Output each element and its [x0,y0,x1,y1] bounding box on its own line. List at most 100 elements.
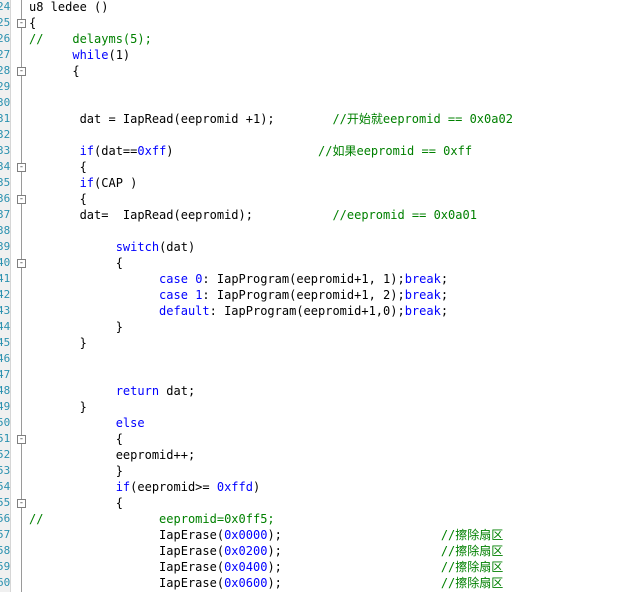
fold-collapse-icon[interactable]: - [17,19,26,28]
number-token: 0x0200 [224,544,268,558]
code-text: default: IapProgram(eepromid+1,0);break; [29,303,448,319]
code-line[interactable]: 27 while(1) [0,47,630,63]
text-token: { [29,432,123,446]
code-line[interactable]: 38 [0,223,630,239]
text-token: ); [267,560,441,574]
text-token: { [29,160,87,174]
text-token: } [29,464,123,478]
code-line[interactable]: 53 } [0,463,630,479]
text-token: eepromid++; [29,448,196,462]
code-text: { [29,255,123,271]
code-text: } [29,319,123,335]
code-line[interactable]: 25-{ [0,15,630,31]
code-line[interactable]: 45 } [0,335,630,351]
code-line[interactable]: 48 return dat; [0,383,630,399]
line-number: 24 [0,0,10,13]
keyword-token: switch [115,240,160,254]
line-number: 58 [0,544,10,557]
text-token: ; [440,304,449,318]
code-line[interactable]: 60 IapErase(0x0600); //擦除扇区 [0,575,630,591]
line-number: 59 [0,560,10,573]
text-token: : IapProgram(eepromid+1, 1); [202,272,405,286]
comment-token: //擦除扇区 [440,528,504,542]
text-token: } [29,320,123,334]
code-text: switch(dat) [29,239,195,255]
text-token: { [29,16,37,30]
code-line[interactable]: 24 u8 ledee () [0,0,630,15]
code-line[interactable]: 30 [0,95,630,111]
code-line[interactable]: 36- { [0,191,630,207]
text-token: IapErase( [29,544,225,558]
line-number: 35 [0,176,10,189]
code-text: { [29,431,123,447]
code-line[interactable]: 49 } [0,399,630,415]
code-line[interactable]: 54 if(eepromid>= 0xffd) [0,479,630,495]
code-line[interactable]: 44 } [0,319,630,335]
line-number: 43 [0,304,10,317]
line-number: 56 [0,512,10,525]
line-number: 26 [0,32,10,45]
code-line[interactable]: 58 IapErase(0x0200); //擦除扇区 [0,543,630,559]
code-text: IapErase(0x0000); //擦除扇区 [29,527,503,543]
line-number: 53 [0,464,10,477]
code-text: u8 ledee () [29,0,108,15]
code-line[interactable]: 26 // delayms(5); [0,31,630,47]
code-line[interactable]: 33 if(dat==0xff) //如果eepromid == 0xff [0,143,630,159]
code-line[interactable]: 39 switch(dat) [0,239,630,255]
code-line[interactable]: 43 default: IapProgram(eepromid+1,0);bre… [0,303,630,319]
number-token: 0xff [137,144,167,158]
code-line[interactable]: 47 [0,367,630,383]
code-line[interactable]: 29 [0,79,630,95]
fold-collapse-icon[interactable]: - [17,259,26,268]
fold-collapse-icon[interactable]: - [17,67,26,76]
number-token: 0xffd [216,480,253,494]
code-line[interactable]: 52 eepromid++; [0,447,630,463]
line-number: 47 [0,368,10,381]
code-line[interactable]: 55- { [0,495,630,511]
line-number: 45 [0,336,10,349]
text-token: u8 ledee () [29,0,109,14]
code-text: { [29,191,87,207]
keyword-token: case [159,288,188,302]
code-line[interactable]: 34- { [0,159,630,175]
code-line[interactable]: 35 if(CAP ) [0,175,630,191]
code-text: } [29,399,87,415]
line-number: 42 [0,288,10,301]
fold-collapse-icon[interactable]: - [17,435,26,444]
code-line[interactable]: 50 else [0,415,630,431]
line-number: 60 [0,576,10,589]
code-line[interactable]: 46 [0,351,630,367]
code-line[interactable]: 32 [0,127,630,143]
code-line[interactable]: 42 case 1: IapProgram(eepromid+1, 2);bre… [0,287,630,303]
text-token: ; [440,272,449,286]
code-text: // eepromid=0x0ff5; [29,511,275,527]
fold-collapse-icon[interactable]: - [17,195,26,204]
code-line[interactable]: 37 dat= IapRead(eepromid); //eepromid ==… [0,207,630,223]
keyword-token: else [115,416,145,430]
text-token: ; [440,288,449,302]
line-number: 55 [0,496,10,509]
code-text: IapErase(0x0200); //擦除扇区 [29,543,503,559]
code-line[interactable]: 59 IapErase(0x0400); //擦除扇区 [0,559,630,575]
fold-collapse-icon[interactable]: - [17,163,26,172]
line-number: 54 [0,480,10,493]
code-line[interactable]: 56 // eepromid=0x0ff5; [0,511,630,527]
keyword-token: break [404,304,441,318]
code-line[interactable]: 31 dat = IapRead(eepromid +1); //开始就eepr… [0,111,630,127]
keyword-token: default [159,304,210,318]
code-line[interactable]: 28- { [0,63,630,79]
fold-collapse-icon[interactable]: - [17,499,26,508]
comment-token: //开始就eepromid == 0x0a02 [332,112,513,126]
comment-token: //擦除扇区 [440,576,504,590]
keyword-token: break [404,272,441,286]
code-line[interactable]: 51- { [0,431,630,447]
line-number: 36 [0,192,10,205]
code-line[interactable]: 40- { [0,255,630,271]
code-line[interactable]: 57 IapErase(0x0000); //擦除扇区 [0,527,630,543]
code-editor[interactable]: 24 u8 ledee () 25-{26// delayms(5); 27 whil… [0,0,630,592]
keyword-token: case [159,272,188,286]
text-token: : IapProgram(eepromid+1,0); [209,304,405,318]
code-text: { [29,495,123,511]
code-line[interactable]: 41 case 0: IapProgram(eepromid+1, 1);bre… [0,271,630,287]
